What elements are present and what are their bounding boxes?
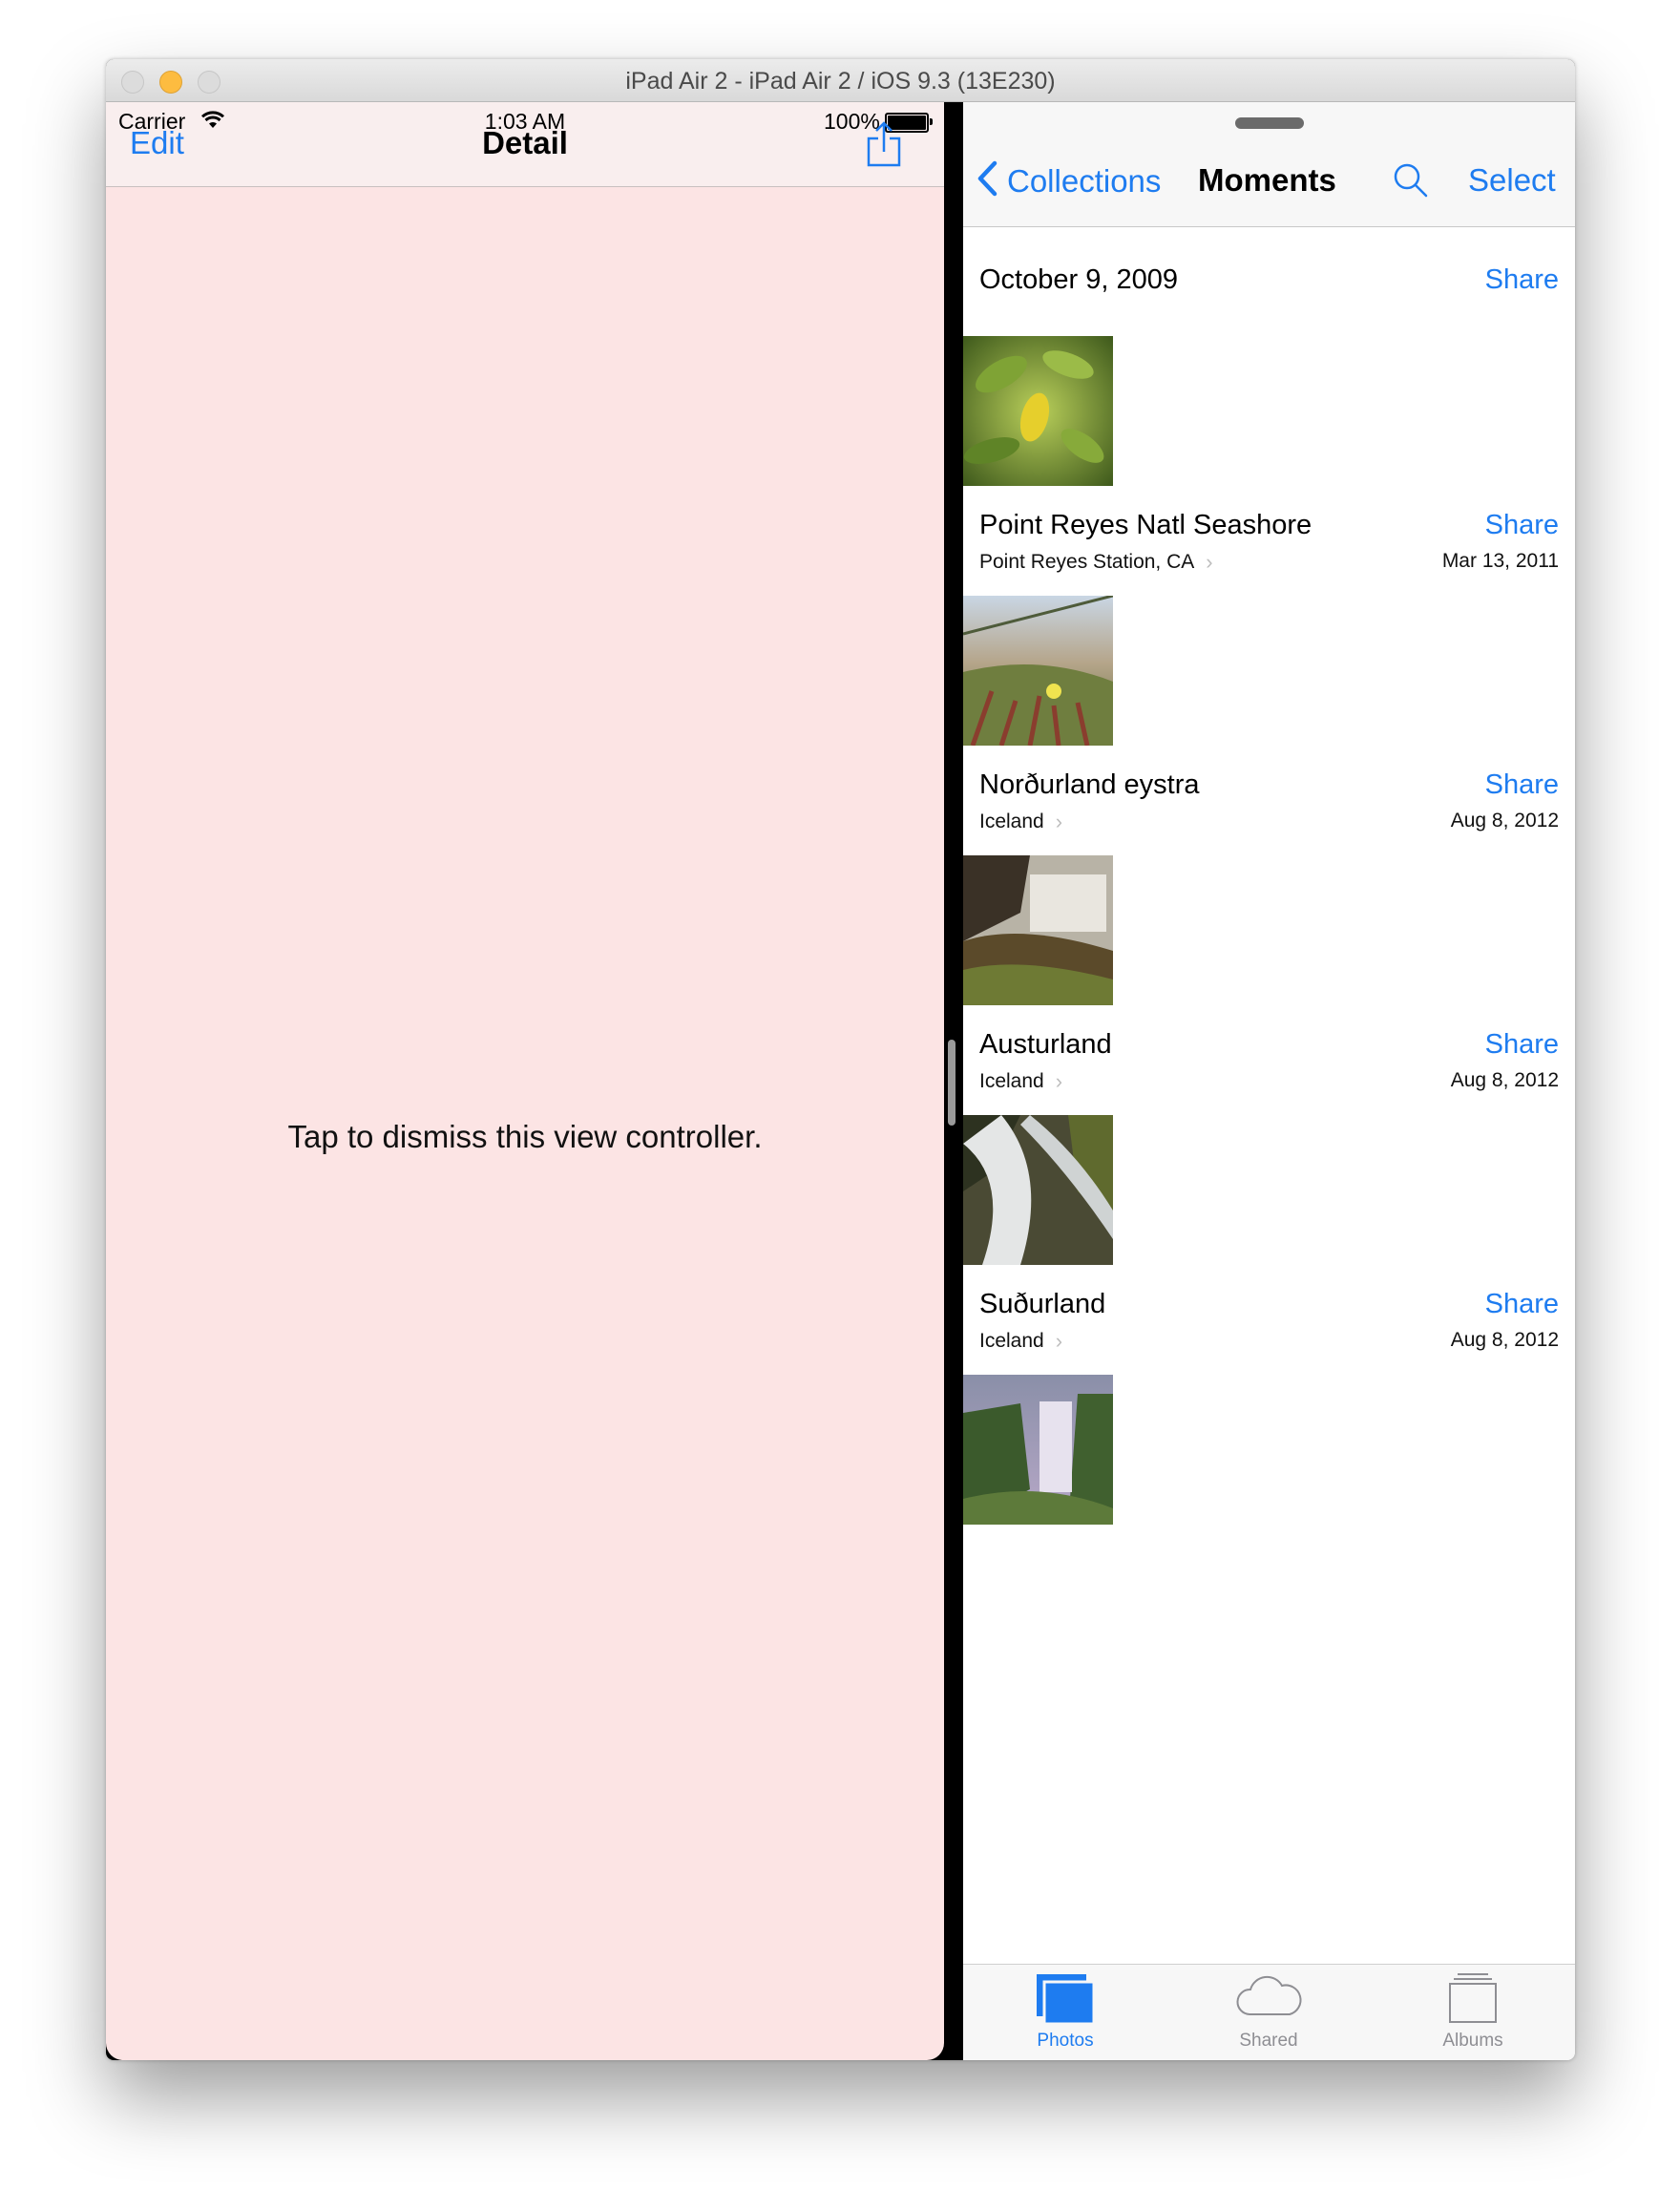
detail-view[interactable]: Carrier 1:03 AM 100% Edit Detail Tap to … (106, 102, 944, 2060)
moment-share-button[interactable]: Share (1485, 1029, 1559, 1061)
moment-location-link[interactable]: Iceland › (979, 1069, 1062, 1094)
chevron-right-icon: › (1055, 1329, 1063, 1353)
photos-tab-bar: Photos Shared Albums (963, 1964, 1575, 2060)
tab-shared[interactable]: Shared (1202, 1965, 1335, 2060)
moment-title: Norðurland eystra (979, 769, 1200, 800)
tab-photos-label: Photos (1037, 2031, 1094, 2051)
albums-icon (1449, 1973, 1497, 2023)
moment-location-link[interactable]: Point Reyes Station, CA › (979, 550, 1213, 575)
photo-thumbnail[interactable] (963, 855, 1113, 1005)
photos-navigation-bar: Collections Moments Select (963, 102, 1575, 227)
select-button[interactable]: Select (1468, 162, 1556, 199)
moment-location-link[interactable]: Iceland › (979, 1329, 1062, 1354)
moment-date: Aug 8, 2012 (1450, 810, 1559, 832)
moment-date: Mar 13, 2011 (1441, 550, 1559, 572)
chevron-right-icon: › (1206, 550, 1213, 574)
collections-back-button[interactable]: Collections (976, 160, 1161, 201)
window-title: iPad Air 2 - iPad Air 2 / iOS 9.3 (13E23… (625, 68, 1056, 95)
moment-share-button[interactable]: Share (1485, 264, 1559, 296)
moment-location: Point Reyes Station, CA (979, 551, 1195, 573)
slide-over-pull-handle[interactable] (1235, 117, 1304, 129)
moment-title: Austurland (979, 1029, 1112, 1060)
photo-thumbnail[interactable] (963, 336, 1113, 486)
photos-icon (1037, 1974, 1096, 2026)
search-icon[interactable] (1393, 162, 1429, 203)
photo-thumbnail[interactable] (963, 596, 1113, 746)
dismiss-message: Tap to dismiss this view controller. (287, 1119, 763, 1154)
split-view-divider-handle[interactable] (948, 1040, 956, 1126)
moment-date: Aug 8, 2012 (1450, 1329, 1559, 1351)
moments-title: Moments (1198, 162, 1336, 198)
photos-app: Collections Moments Select October 9, 20… (963, 102, 1575, 2060)
photo-thumbnail[interactable] (963, 1115, 1113, 1265)
moment-location-link[interactable]: Iceland › (979, 810, 1062, 834)
chevron-right-icon: › (1055, 810, 1063, 833)
detail-title: Detail (482, 125, 568, 160)
moment-title: Suðurland (979, 1289, 1106, 1319)
moment-location: Iceland (979, 1070, 1044, 1092)
collections-back-label: Collections (1007, 162, 1162, 199)
moment-title: Point Reyes Natl Seashore (979, 510, 1312, 540)
detail-navigation-bar: Carrier 1:03 AM 100% Edit Detail (106, 102, 944, 187)
moment-title: October 9, 2009 (979, 264, 1178, 295)
chevron-left-icon (976, 160, 998, 201)
cloud-icon (1236, 1975, 1302, 2015)
photo-thumbnail[interactable] (963, 1375, 1113, 1525)
tab-photos[interactable]: Photos (998, 1965, 1132, 2060)
chevron-right-icon: › (1055, 1069, 1063, 1093)
moment-share-button[interactable]: Share (1485, 510, 1559, 541)
window-titlebar: iPad Air 2 - iPad Air 2 / iOS 9.3 (13E23… (106, 59, 1575, 102)
simulator-window: iPad Air 2 - iPad Air 2 / iOS 9.3 (13E23… (106, 59, 1575, 2060)
tab-albums[interactable]: Albums (1406, 1965, 1540, 2060)
moment-location: Iceland (979, 811, 1044, 832)
tab-albums-label: Albums (1442, 2031, 1503, 2051)
moment-location: Iceland (979, 1330, 1044, 1352)
tab-shared-label: Shared (1239, 2031, 1298, 2051)
share-icon[interactable] (865, 119, 903, 174)
moment-share-button[interactable]: Share (1485, 769, 1559, 801)
moment-date: Aug 8, 2012 (1450, 1069, 1559, 1091)
moment-share-button[interactable]: Share (1485, 1289, 1559, 1320)
